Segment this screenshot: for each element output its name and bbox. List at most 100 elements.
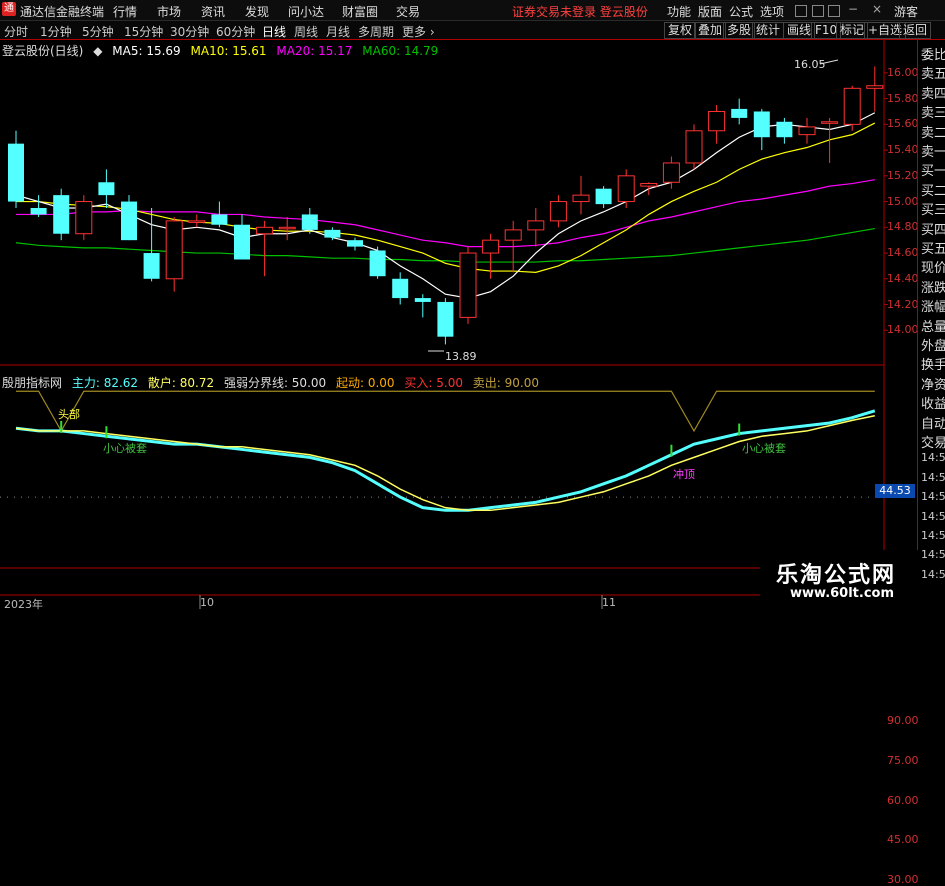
right-panel-item[interactable]: 现价 [921,257,945,276]
right-panel-item[interactable]: 14:56 [921,548,945,561]
price-axis: 16.00 15.80 15.60 15.40 15.20 15.00 14.80 14.60… [884,40,919,370]
right-panel-item[interactable]: 收益 [921,393,945,412]
tool-adjust-button[interactable]: 复权 [664,22,697,39]
menu-layout[interactable]: 版面 [698,3,722,20]
menu-options[interactable]: 选项 [760,3,784,20]
menu-quotes[interactable]: 行情 [113,3,137,20]
candle-body [301,214,318,230]
tool-overlay-button[interactable]: 叠加 [694,22,727,39]
candle-body [392,278,409,299]
right-panel-item[interactable]: 买一 [921,160,945,179]
indicator-tick: 90.00 [887,714,919,728]
x-label-year: 2023年 [4,598,43,611]
right-panel-item[interactable]: 卖四 [921,83,945,102]
right-panel-item[interactable]: 涨跌 [921,277,945,296]
candle-body [572,194,590,203]
price-tick: 15.40 [887,143,919,157]
careful-label-1: 小心被套 [103,442,147,455]
signal-line [16,390,875,433]
tab-weekly[interactable]: 周线 [294,23,318,40]
right-panel-item[interactable]: 14:56 [921,490,945,503]
tab-more[interactable]: 更多 › [402,23,435,40]
window-tile-icon[interactable] [795,5,807,17]
candle-body [866,85,884,89]
candle-body [53,195,70,234]
indicator-tick: 45.00 [887,833,919,847]
candle-body [798,126,816,136]
right-panel-item[interactable]: 14:56 [921,510,945,523]
right-info-panel: 委比 卖五 卖四 卖三 卖二 卖一 买一 买二 买三 买四 买五 现价 涨跌 涨幅 总量 外盘 换手 净资 收益 自动… [917,40,945,609]
right-panel-item[interactable]: 14:56 [921,471,945,484]
candle-body [347,240,363,247]
right-panel-item[interactable]: 卖一 [921,141,945,160]
right-panel-item[interactable]: 涨幅 [921,296,945,315]
price-tick: 16.00 [887,65,919,79]
candle-body [504,229,522,241]
annotations [428,59,839,352]
candle-body [640,183,658,187]
right-panel-item[interactable]: 净资 [921,374,945,393]
right-panel-item[interactable]: 总量 [921,316,945,335]
right-panel-item[interactable]: 买五 [921,238,945,257]
indicator-tick: 75.00 [887,753,919,767]
close-icon[interactable]: × [872,2,882,16]
user-guest[interactable]: 游客 [894,3,918,20]
wash-label: 冲顶 [673,468,695,481]
window-layout-icon[interactable] [828,5,840,17]
menu-trade[interactable]: 交易 [396,3,420,20]
right-panel-item[interactable]: 自动 [921,413,945,432]
candle-body [662,162,680,183]
right-panel-item[interactable]: 卖五 [921,63,945,82]
minimize-icon[interactable]: − [848,2,858,16]
right-panel-item[interactable]: 14:56 [921,568,945,581]
menu-market[interactable]: 市场 [157,3,181,20]
kline-chart[interactable] [0,40,917,609]
menu-formula[interactable]: 公式 [729,3,753,20]
menu-ask[interactable]: 问小达 [288,3,324,20]
candle-body [776,121,793,138]
candle-body [708,110,726,132]
candle-body [256,226,274,235]
candle-body [821,121,839,124]
right-panel-item[interactable]: 14:55 [921,451,945,464]
tab-60min[interactable]: 60分钟 [216,23,255,40]
price-tick: 14.00 [887,323,919,337]
candle-body [234,224,250,260]
tab-15min[interactable]: 15分钟 [124,23,163,40]
right-panel-item[interactable]: 委比 [921,44,945,63]
login-status[interactable]: 证券交易未登录 登云股份 [512,3,648,20]
tab-1min[interactable]: 1分钟 [40,23,72,40]
right-panel-item[interactable]: 换手 [921,354,945,373]
right-panel-item[interactable]: 卖三 [921,102,945,121]
tab-5min[interactable]: 5分钟 [82,23,114,40]
right-panel-item[interactable]: 14:56 [921,529,945,542]
price-tick: 15.00 [887,194,919,208]
candle-body [143,253,160,279]
menu-wealth[interactable]: 财富圈 [342,3,378,20]
right-panel-item[interactable]: 卖二 [921,122,945,141]
candle-body [595,188,612,205]
candle-body [75,201,93,235]
menu-discover[interactable]: 发现 [245,3,269,20]
menu-news[interactable]: 资讯 [201,3,225,20]
tab-multi[interactable]: 多周期 [358,23,394,40]
candle-body [549,201,567,222]
tool-back-button[interactable]: 返回 [899,22,932,39]
app-title: 通达信金融终端 [20,5,105,19]
right-panel-item[interactable]: 买三 [921,199,945,218]
careful-label-2: 小心被套 [742,442,786,455]
indicator-axis: 90.00 75.00 60.00 45.00 30.00 [884,370,919,886]
window-restore-icon[interactable] [812,5,824,17]
tool-stats-button[interactable]: 统计 [752,22,785,39]
right-panel-item[interactable]: 买四 [921,219,945,238]
tab-monthly[interactable]: 月线 [326,23,350,40]
tab-30min[interactable]: 30分钟 [170,23,209,40]
tool-multistock-button[interactable]: 多股 [723,22,756,39]
menu-function[interactable]: 功能 [667,3,691,20]
tab-daily[interactable]: 日线 [262,23,286,40]
right-panel-item[interactable]: 交易 [921,432,945,451]
candle-body [459,252,477,318]
right-panel-item[interactable]: 外盘 [921,335,945,354]
right-panel-item[interactable]: 买二 [921,180,945,199]
tab-intraday[interactable]: 分时 [4,23,28,40]
